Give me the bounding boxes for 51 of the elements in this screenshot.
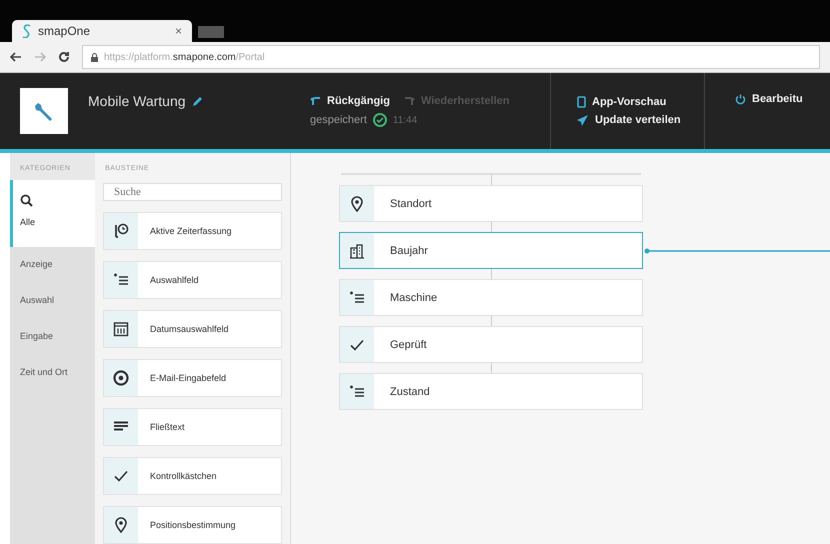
browser-tab[interactable]: smapOne × bbox=[12, 20, 192, 42]
form-field-card[interactable]: Geprüft bbox=[339, 326, 643, 363]
checkmark-icon bbox=[114, 470, 128, 482]
address-bar[interactable]: https://platform.smapone.com/Portal bbox=[82, 45, 820, 69]
search-icon bbox=[20, 194, 33, 207]
category-item[interactable]: Zeit und Ort bbox=[10, 355, 95, 391]
category-item[interactable]: Auswahl bbox=[10, 283, 95, 319]
block-item[interactable]: Aktive Zeiterfassung bbox=[103, 212, 282, 250]
category-item[interactable]: Eingabe bbox=[10, 319, 95, 355]
category-item[interactable]: Alle bbox=[10, 180, 95, 247]
phone-icon bbox=[577, 96, 586, 108]
save-status: gespeichert bbox=[310, 114, 367, 126]
calendar-icon bbox=[113, 321, 129, 337]
block-item[interactable]: E-Mail-Eingabefeld bbox=[103, 359, 282, 397]
form-field-card[interactable]: Maschine bbox=[339, 279, 643, 316]
list-icon bbox=[349, 290, 365, 304]
block-item[interactable]: Fließtext bbox=[103, 408, 282, 446]
location-pin-icon bbox=[115, 517, 127, 533]
publish-update-button[interactable]: Update verteilen bbox=[577, 114, 704, 126]
reload-icon[interactable] bbox=[58, 51, 70, 63]
redo-icon bbox=[404, 96, 415, 106]
text-lines-icon bbox=[114, 421, 128, 433]
block-item[interactable]: Kontrollkästchen bbox=[103, 457, 282, 495]
undo-icon bbox=[310, 96, 321, 106]
undo-button[interactable]: Rückgängig bbox=[310, 95, 390, 107]
search-field[interactable]: Suche bbox=[103, 183, 282, 201]
list-icon bbox=[113, 273, 129, 287]
power-icon bbox=[735, 94, 746, 104]
block-item[interactable]: Datumsauswahlfeld bbox=[103, 310, 282, 348]
pencil-icon[interactable] bbox=[192, 96, 203, 106]
app-name: Mobile Wartung bbox=[88, 93, 186, 109]
form-field-card[interactable]: Zustand bbox=[339, 373, 643, 410]
send-icon bbox=[577, 114, 589, 126]
block-item[interactable]: Auswahlfeld bbox=[103, 261, 282, 299]
tab-title: smapOne bbox=[38, 24, 92, 38]
check-circle-icon bbox=[372, 113, 387, 127]
lock-icon bbox=[91, 52, 98, 62]
stopwatch-icon bbox=[113, 223, 129, 239]
logo-icon bbox=[22, 24, 32, 38]
form-field-card[interactable]: Standort bbox=[339, 185, 643, 222]
app-preview-button[interactable]: App-Vorschau bbox=[577, 96, 704, 108]
list-icon bbox=[349, 384, 365, 398]
block-item[interactable]: Positionsbestimmung bbox=[103, 506, 282, 544]
checkmark-icon bbox=[350, 338, 364, 350]
building-icon bbox=[349, 242, 365, 258]
edit-mode-button[interactable]: Bearbeitu bbox=[735, 93, 830, 105]
tab-close-button[interactable]: × bbox=[174, 24, 182, 38]
back-arrow-icon[interactable] bbox=[10, 52, 22, 62]
category-item[interactable]: Anzeige bbox=[10, 247, 95, 283]
location-pin-icon bbox=[351, 196, 363, 212]
save-time: 11:44 bbox=[392, 114, 418, 126]
